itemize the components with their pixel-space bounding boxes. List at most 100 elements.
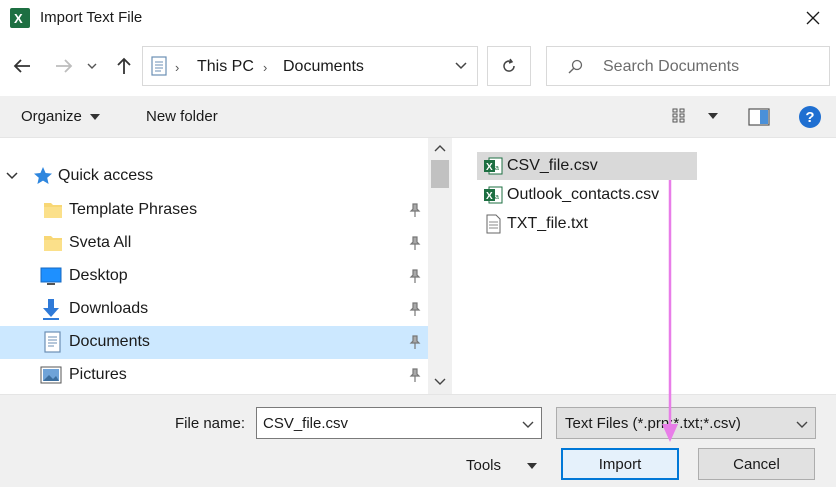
pictures-icon <box>40 366 62 384</box>
pin-icon[interactable] <box>407 367 423 383</box>
import-label: Import <box>598 455 642 473</box>
new-folder-button[interactable]: New folder <box>146 108 218 125</box>
file-list: X a CSV_file.csv X a Outlook_contacts.cs… <box>453 138 836 394</box>
nav-item-desktop[interactable]: Desktop <box>0 260 428 293</box>
pin-icon[interactable] <box>407 334 423 350</box>
pin-icon[interactable] <box>407 301 423 317</box>
file-item-outlook-contacts[interactable]: X a Outlook_contacts.csv <box>477 181 697 209</box>
pin-icon[interactable] <box>407 202 423 218</box>
breadcrumb-separator: › <box>263 60 268 75</box>
svg-text:?: ? <box>805 109 814 126</box>
chevron-down-icon[interactable] <box>6 172 18 180</box>
back-arrow-icon <box>13 59 30 73</box>
up-arrow-icon <box>117 57 131 74</box>
file-name: Outlook_contacts.csv <box>507 186 660 203</box>
chevron-down-icon[interactable] <box>521 417 535 431</box>
file-name: TXT_file.txt <box>507 215 588 232</box>
excel-csv-icon: X a <box>484 186 503 204</box>
file-item-txt[interactable]: TXT_file.txt <box>477 210 697 238</box>
quick-access-label: Quick access <box>58 167 154 184</box>
refresh-button[interactable] <box>487 46 531 86</box>
refresh-icon <box>503 58 515 72</box>
svg-text:X: X <box>486 162 493 173</box>
forward-button[interactable] <box>52 54 76 78</box>
nav-item-sveta-all[interactable]: Sveta All <box>0 227 428 260</box>
help-icon[interactable]: ? <box>798 105 822 129</box>
search-box[interactable]: Search Documents <box>546 46 830 86</box>
folder-icon <box>44 203 62 218</box>
title-bar: X Import Text File <box>0 0 836 36</box>
file-name: CSV_file.csv <box>507 157 598 174</box>
cancel-button[interactable]: Cancel <box>698 448 815 480</box>
svg-text:X: X <box>14 11 23 26</box>
back-button[interactable] <box>10 54 34 78</box>
text-file-icon <box>486 214 501 234</box>
nav-item-template-phrases[interactable]: Template Phrases <box>0 194 428 227</box>
folder-icon <box>44 236 62 251</box>
cancel-label: Cancel <box>733 455 780 473</box>
address-bar[interactable]: › This PC › Documents <box>142 46 478 86</box>
svg-text:a: a <box>495 194 499 201</box>
nav-item-downloads[interactable]: Downloads <box>0 293 428 326</box>
scroll-down-icon[interactable] <box>434 378 446 386</box>
documents-icon <box>151 56 167 76</box>
nav-item-label: Documents <box>69 333 150 350</box>
nav-quick-access[interactable]: Quick access <box>0 160 428 193</box>
file-name-label: File name: <box>175 415 246 432</box>
desktop-icon <box>40 267 62 285</box>
caret-down-icon <box>527 463 538 470</box>
command-bar: Organize New folder ? <box>0 96 836 138</box>
nav-item-label: Sveta All <box>69 234 132 251</box>
nav-item-pictures[interactable]: Pictures <box>0 359 428 392</box>
search-icon <box>568 59 583 74</box>
file-type-select[interactable]: Text Files (*.prn;*.txt;*.csv) <box>556 407 816 439</box>
preview-pane-icon[interactable] <box>748 108 770 126</box>
file-item-csv[interactable]: X a CSV_file.csv <box>477 152 697 180</box>
breadcrumb-documents[interactable]: Documents <box>283 58 364 76</box>
navigation-row: › This PC › Documents Search Documents <box>0 36 836 96</box>
bottom-panel: File name: CSV_file.csv Text Files (*.pr… <box>0 394 836 487</box>
chevron-down-icon[interactable] <box>455 62 467 70</box>
excel-icon: X <box>10 8 30 28</box>
svg-text:X: X <box>486 191 493 202</box>
nav-item-label: Desktop <box>69 267 128 284</box>
organize-menu[interactable]: Organize <box>21 108 101 125</box>
up-button[interactable] <box>112 54 136 78</box>
chevron-down-icon <box>796 421 808 428</box>
nav-item-label: Downloads <box>69 300 149 317</box>
caret-down-icon <box>708 113 718 119</box>
breadcrumb-this-pc[interactable]: This PC <box>197 58 254 76</box>
excel-csv-icon: X a <box>484 157 503 175</box>
tools-menu[interactable]: Tools <box>466 457 538 474</box>
window-title: Import Text File <box>40 9 143 26</box>
recent-locations-button[interactable] <box>84 54 100 78</box>
file-type-value: Text Files (*.prn;*.txt;*.csv) <box>565 415 741 432</box>
search-placeholder: Search Documents <box>603 58 740 75</box>
breadcrumb-separator: › <box>175 60 180 75</box>
nav-item-documents[interactable]: Documents <box>0 326 428 359</box>
organize-label: Organize <box>21 108 82 125</box>
caret-down-icon <box>90 114 101 121</box>
pin-icon[interactable] <box>407 268 423 284</box>
close-button[interactable] <box>790 0 836 36</box>
view-options-button[interactable] <box>672 107 722 127</box>
chevron-down-icon <box>87 63 97 69</box>
close-icon <box>806 11 820 25</box>
star-icon <box>34 167 52 184</box>
file-name-value: CSV_file.csv <box>263 415 349 432</box>
downloads-icon <box>43 299 59 320</box>
nav-scrollbar[interactable] <box>428 138 452 394</box>
documents-icon <box>44 331 61 353</box>
details-view-icon <box>672 108 685 123</box>
nav-item-label: Pictures <box>69 366 127 383</box>
pin-icon[interactable] <box>407 235 423 251</box>
scroll-up-icon[interactable] <box>434 144 446 152</box>
svg-text:a: a <box>495 165 499 172</box>
tools-label: Tools <box>466 457 502 474</box>
scroll-thumb[interactable] <box>431 160 449 188</box>
nav-item-label: Template Phrases <box>69 201 198 218</box>
import-button[interactable]: Import <box>561 448 679 480</box>
navigation-pane: Quick access Template Phrases Sveta All … <box>0 138 452 394</box>
file-name-input[interactable]: CSV_file.csv <box>256 407 542 439</box>
forward-arrow-icon <box>56 59 73 73</box>
